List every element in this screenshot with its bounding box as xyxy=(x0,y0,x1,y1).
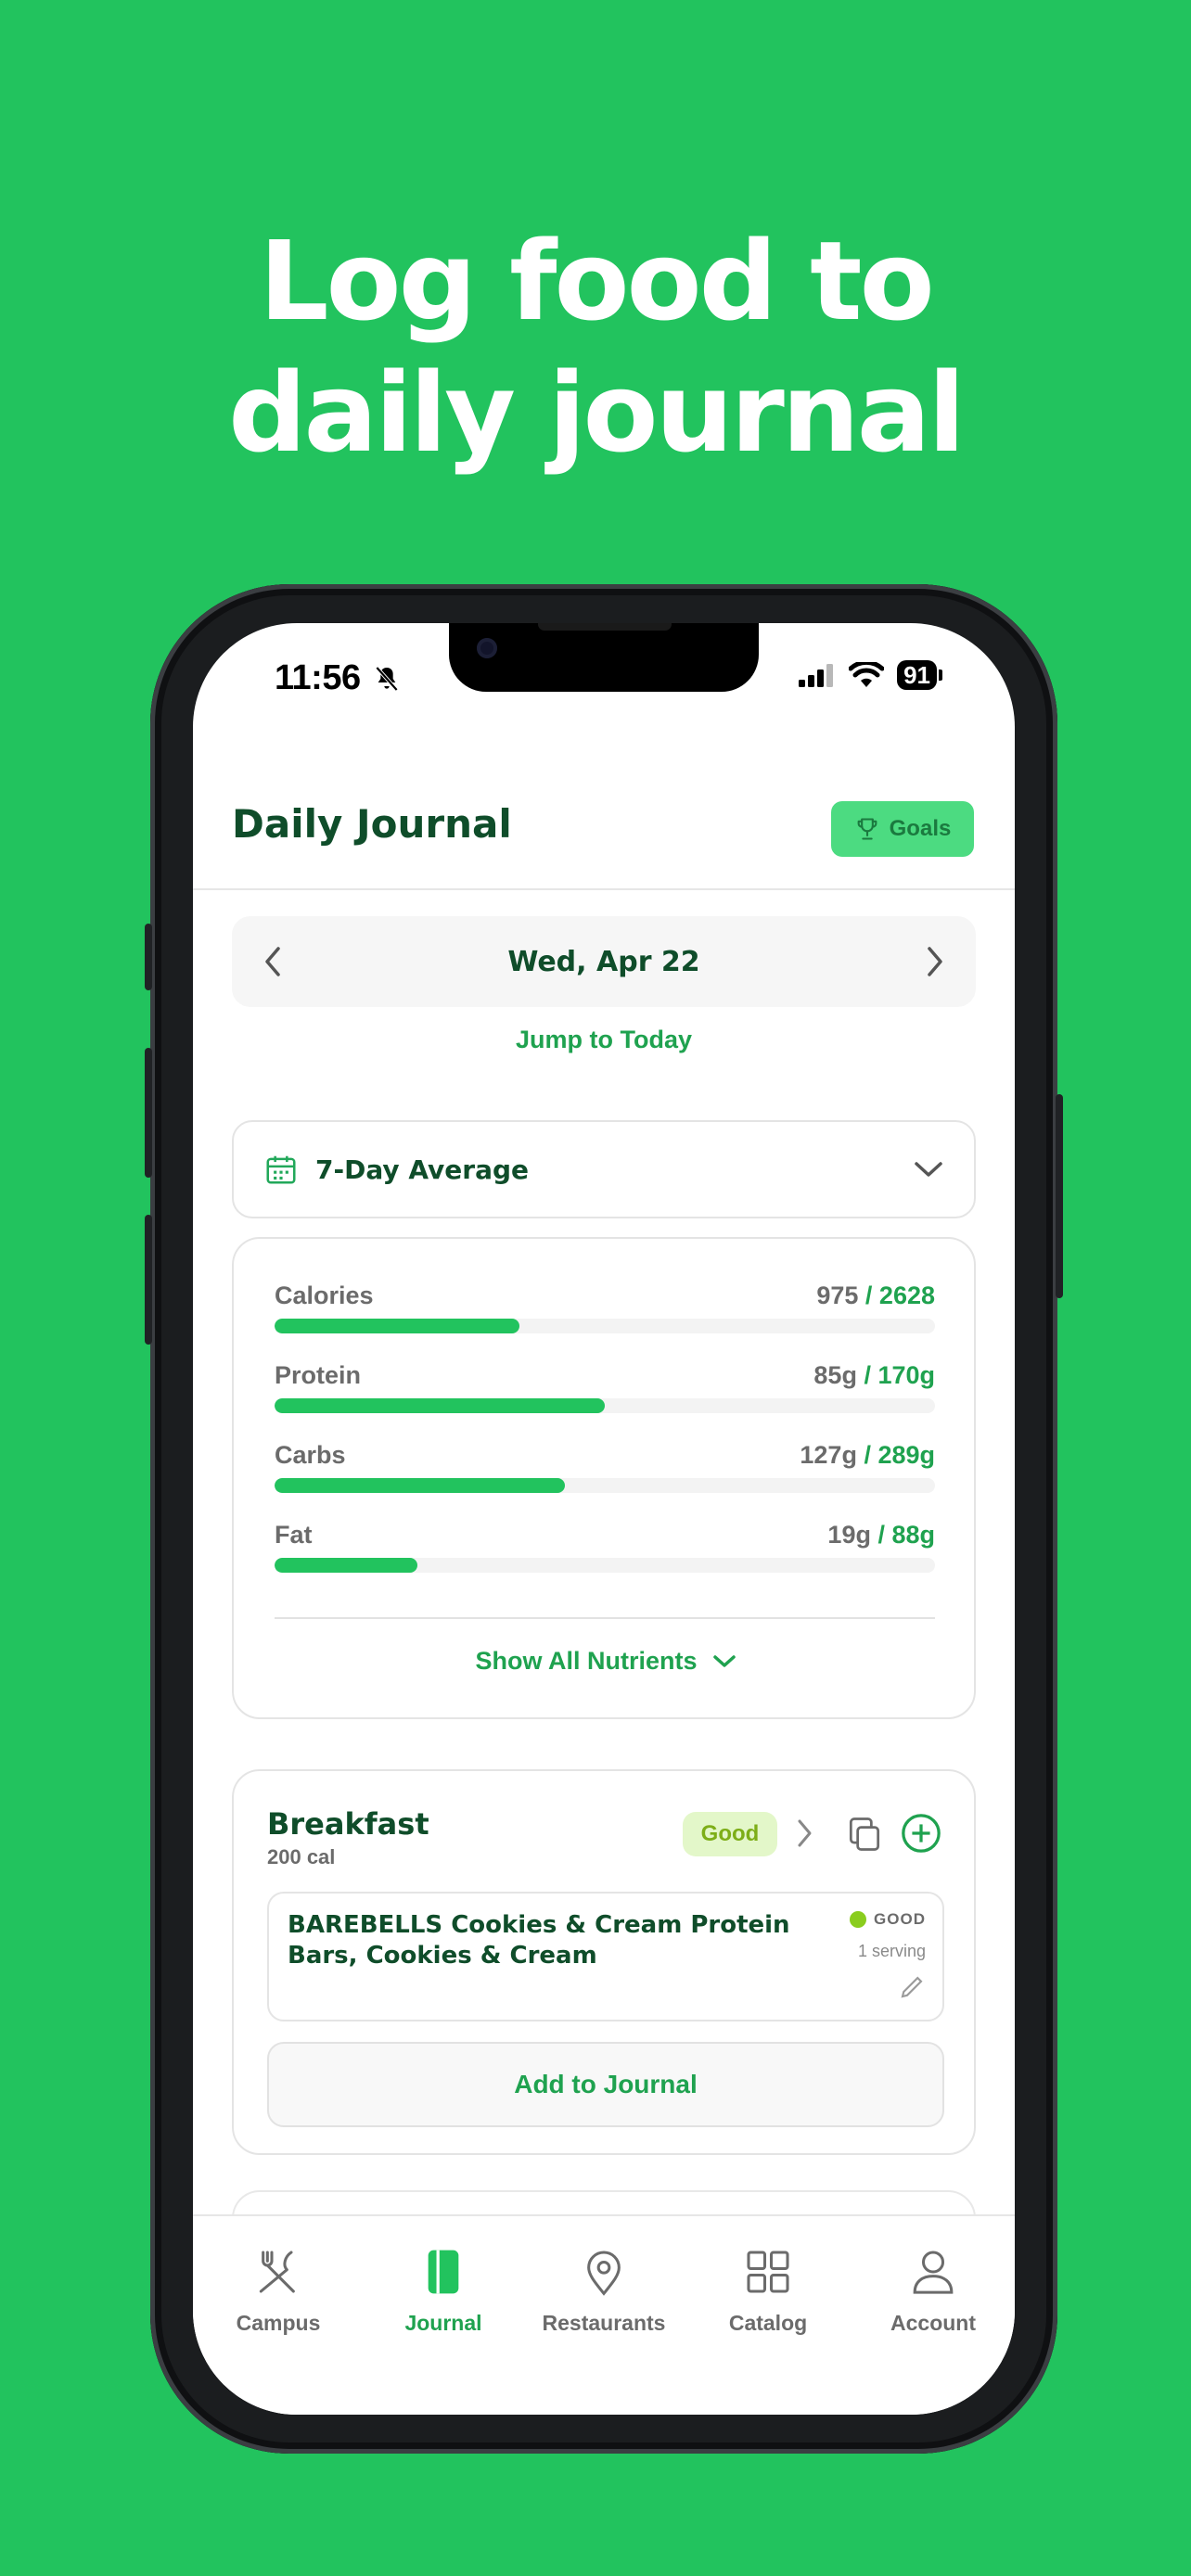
food-rating: GOOD xyxy=(850,1910,926,1929)
goals-button[interactable]: Goals xyxy=(831,801,974,857)
fork-knife-icon xyxy=(259,2251,295,2293)
headline-line-2: daily journal xyxy=(228,349,966,477)
grid-icon xyxy=(747,2251,789,2293)
food-item[interactable]: BAREBELLS Cookies & Cream Protein Bars, … xyxy=(267,1892,944,2021)
nutrient-progress-fill xyxy=(275,1558,417,1573)
page-title: Daily Journal xyxy=(232,801,512,847)
food-name: BAREBELLS Cookies & Cream Protein Bars, … xyxy=(288,1911,790,1970)
nutrient-label: Fat xyxy=(275,1521,313,1549)
tab-restaurants[interactable]: Restaurants xyxy=(520,2246,687,2336)
meal-rating-badge: Good xyxy=(683,1812,777,1856)
tab-catalog[interactable]: Catalog xyxy=(685,2246,852,2336)
person-icon xyxy=(913,2251,954,2294)
trophy-icon xyxy=(857,818,877,840)
copy-icon[interactable] xyxy=(844,1814,885,1855)
nutrients-card: Calories 975 / 2628 Protein 85g / 170g C… xyxy=(232,1237,976,1719)
nutrient-row-fat: Fat 19g / 88g xyxy=(275,1521,935,1586)
phone-screen: 11:56 91 Daily Journal Goals Wed, Apr 22… xyxy=(193,623,1015,2415)
nutrient-label: Calories xyxy=(275,1282,374,1309)
headline: Log food to daily journal xyxy=(0,215,1191,478)
journal-icon xyxy=(428,2250,459,2294)
tab-label: Account xyxy=(890,2311,976,2335)
phone-mute-switch xyxy=(145,924,152,990)
nutrient-progress-fill xyxy=(275,1478,565,1493)
nutrient-progress-track xyxy=(275,1478,935,1493)
nutrient-row-protein: Protein 85g / 170g xyxy=(275,1361,935,1426)
chevron-down-icon xyxy=(712,1654,736,1667)
bell-slash-icon xyxy=(375,666,398,692)
signal-icon xyxy=(799,664,834,687)
battery-tip xyxy=(939,670,942,681)
nutrient-row-carbs: Carbs 127g / 289g xyxy=(275,1441,935,1506)
tab-label: Campus xyxy=(236,2311,321,2335)
current-date: Wed, Apr 22 xyxy=(507,945,700,978)
tab-label: Journal xyxy=(404,2311,482,2335)
show-all-label: Show All Nutrients xyxy=(475,1647,698,1675)
phone-volume-down xyxy=(145,1215,152,1345)
chevron-right-icon[interactable] xyxy=(920,945,948,978)
food-serving: 1 serving xyxy=(857,1942,926,1960)
headline-line-1: Log food to xyxy=(259,217,934,345)
add-to-journal-button[interactable]: Add to Journal xyxy=(267,2042,944,2127)
phone-volume-up xyxy=(145,1048,152,1178)
nutrient-progress-track xyxy=(275,1319,935,1333)
tab-bar: Campus Journal Restaurants Catalog Accou… xyxy=(193,2214,1015,2415)
date-navigator: Wed, Apr 22 xyxy=(232,916,976,1007)
meal-card-breakfast: Breakfast 200 cal Good BAREBELLS Cookies… xyxy=(232,1769,976,2155)
nutrient-row-calories: Calories 975 / 2628 xyxy=(275,1282,935,1346)
map-pin-icon xyxy=(587,2251,621,2296)
front-camera xyxy=(477,638,497,658)
status-icons: 91 xyxy=(799,660,942,690)
wifi-icon xyxy=(849,662,885,687)
tab-campus[interactable]: Campus xyxy=(195,2246,362,2336)
meal-title: Breakfast xyxy=(267,1806,429,1842)
pencil-icon[interactable] xyxy=(898,1973,926,2001)
tab-journal[interactable]: Journal xyxy=(360,2246,527,2336)
chevron-left-icon[interactable] xyxy=(260,945,288,978)
status-time: 11:56 xyxy=(275,658,402,698)
average-title: 7-Day Average xyxy=(315,1154,530,1185)
nutrient-label: Protein xyxy=(275,1361,362,1389)
nutrient-progress-track xyxy=(275,1398,935,1413)
header-divider xyxy=(193,888,1015,890)
nutrient-progress-fill xyxy=(275,1319,520,1333)
speaker xyxy=(538,623,672,631)
tab-account[interactable]: Account xyxy=(850,2246,1015,2336)
nutrient-progress-track xyxy=(275,1558,935,1573)
nutrient-progress-fill xyxy=(275,1398,605,1413)
nutrient-value: 19g / 88g xyxy=(827,1521,935,1549)
tab-label: Catalog xyxy=(728,2311,808,2335)
nutrient-value: 127g / 289g xyxy=(800,1441,935,1469)
chevron-right-icon[interactable] xyxy=(794,1817,814,1849)
chevron-down-icon xyxy=(915,1162,942,1177)
notch xyxy=(449,623,759,692)
food-rating-label: GOOD xyxy=(874,1910,926,1928)
nutrient-label: Carbs xyxy=(275,1441,346,1469)
rating-dot xyxy=(850,1911,867,1928)
tab-label: Restaurants xyxy=(542,2311,666,2335)
seven-day-average-toggle[interactable]: 7-Day Average xyxy=(232,1120,976,1218)
phone-power-button xyxy=(1056,1094,1063,1298)
add-circle-icon[interactable] xyxy=(900,1812,942,1855)
jump-to-today-link[interactable]: Jump to Today xyxy=(193,1026,1015,1054)
nutrient-value: 975 / 2628 xyxy=(816,1282,935,1309)
nutrients-divider xyxy=(275,1617,935,1619)
battery-indicator: 91 xyxy=(897,660,937,690)
show-all-nutrients-button[interactable]: Show All Nutrients xyxy=(234,1647,978,1676)
meal-calories: 200 cal xyxy=(267,1845,336,1868)
nutrient-value: 85g / 170g xyxy=(813,1361,935,1389)
calendar-icon xyxy=(266,1155,296,1184)
goals-label: Goals xyxy=(889,816,952,841)
